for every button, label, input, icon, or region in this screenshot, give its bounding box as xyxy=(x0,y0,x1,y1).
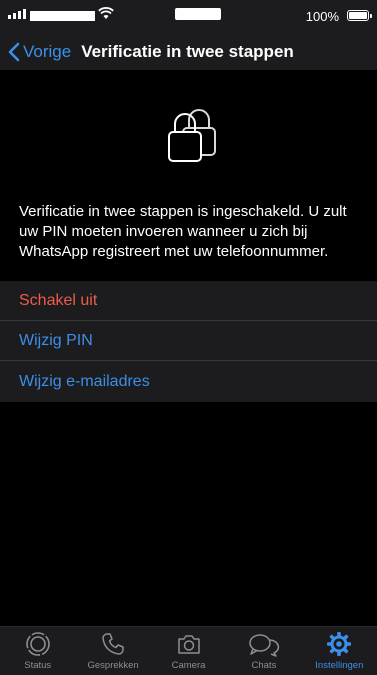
wifi-icon xyxy=(98,7,114,19)
chevron-left-icon xyxy=(8,42,20,62)
battery-icon xyxy=(347,10,372,21)
tab-status[interactable]: Status xyxy=(0,627,75,675)
change-email-button[interactable]: Wijzig e-mailadres xyxy=(0,361,377,402)
clock-redacted xyxy=(175,8,221,20)
navigation-bar: Vorige Verificatie in twee stappen xyxy=(0,34,377,70)
battery-percent: 100% xyxy=(305,9,339,24)
phone-icon xyxy=(102,633,124,655)
page-title: Verificatie in twee stappen xyxy=(81,42,294,61)
status-bar: 100% xyxy=(0,0,377,34)
chats-icon xyxy=(249,634,280,657)
tab-label-camera: Camera xyxy=(171,660,206,671)
tab-label-instellingen: Instellingen xyxy=(315,660,364,671)
tab-label-gesprekken: Gesprekken xyxy=(87,660,139,671)
tab-camera[interactable]: Camera xyxy=(151,627,226,675)
tab-instellingen[interactable]: Instellingen xyxy=(302,627,377,675)
back-label: Vorige xyxy=(23,42,72,61)
camera-icon xyxy=(177,635,200,654)
lock-icon xyxy=(168,109,216,162)
status-icon xyxy=(25,632,50,656)
change-pin-button[interactable]: Wijzig PIN xyxy=(0,321,377,361)
lock-illustration-area xyxy=(0,70,377,182)
signal-icon xyxy=(8,9,26,19)
description-text: Verificatie in twee stappen is ingeschak… xyxy=(19,203,347,260)
options-list: Schakel uit Wijzig PIN Wijzig e-mailadre… xyxy=(0,281,377,402)
tab-gesprekken[interactable]: Gesprekken xyxy=(75,627,150,675)
tab-label-chats: Chats xyxy=(251,660,277,671)
tab-bar: Status Gesprekken Camera Chats Instellin… xyxy=(0,626,377,675)
gear-icon xyxy=(327,632,352,656)
back-button[interactable]: Vorige xyxy=(8,42,71,62)
tab-chats[interactable]: Chats xyxy=(226,627,301,675)
disable-button[interactable]: Schakel uit xyxy=(0,281,377,321)
tab-label-status: Status xyxy=(24,660,52,671)
carrier-redacted xyxy=(30,11,95,21)
